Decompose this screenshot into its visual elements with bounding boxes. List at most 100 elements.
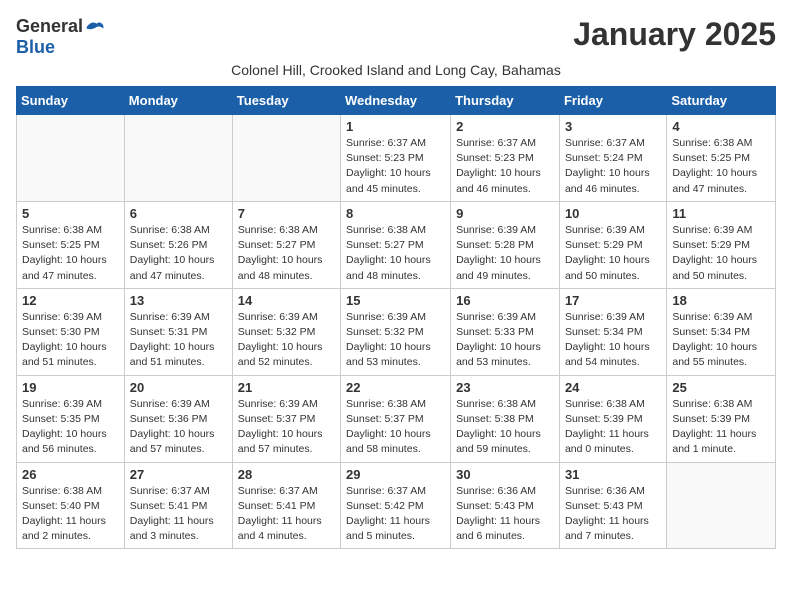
calendar-cell: 25Sunrise: 6:38 AMSunset: 5:39 PMDayligh… [667,375,776,462]
day-number: 31 [565,467,661,482]
day-info: Sunrise: 6:38 AMSunset: 5:26 PMDaylight:… [130,223,227,284]
calendar-cell [667,462,776,549]
day-number: 17 [565,293,661,308]
calendar-cell [17,115,125,202]
calendar-cell: 9Sunrise: 6:39 AMSunset: 5:28 PMDaylight… [451,201,560,288]
day-number: 9 [456,206,554,221]
day-info: Sunrise: 6:39 AMSunset: 5:36 PMDaylight:… [130,397,227,458]
day-info: Sunrise: 6:37 AMSunset: 5:24 PMDaylight:… [565,136,661,197]
calendar-cell: 17 Sunrise: 6:39 AMSunset: 5:34 PMDayligh… [559,288,666,375]
day-header-tuesday: Tuesday [232,87,340,115]
calendar-header-row: SundayMondayTuesdayWednesdayThursdayFrid… [17,87,776,115]
day-header-wednesday: Wednesday [341,87,451,115]
day-number: 5 [22,206,119,221]
day-number: 25 [672,380,770,395]
calendar-cell: 7Sunrise: 6:38 AMSunset: 5:27 PMDaylight… [232,201,340,288]
calendar-cell [232,115,340,202]
week-row-4: 19 Sunrise: 6:39 AMSunset: 5:35 PMDayligh… [17,375,776,462]
day-info: Sunrise: 6:36 AMSunset: 5:43 PMDaylight:… [456,484,554,545]
day-info: Sunrise: 6:38 AMSunset: 5:37 PMDaylight:… [346,397,445,458]
day-number: 11 [672,206,770,221]
week-row-1: 1 Sunrise: 6:37 AMSunset: 5:23 PMDaylight… [17,115,776,202]
day-info: Sunrise: 6:39 AMSunset: 5:29 PMDaylight:… [565,223,661,284]
calendar-cell: 10 Sunrise: 6:39 AMSunset: 5:29 PMDayligh… [559,201,666,288]
day-number: 24 [565,380,661,395]
calendar-cell: 2Sunrise: 6:37 AMSunset: 5:23 PMDaylight… [451,115,560,202]
day-number: 21 [238,380,335,395]
calendar-cell: 14Sunrise: 6:39 AMSunset: 5:32 PMDayligh… [232,288,340,375]
logo-icon [85,17,105,37]
calendar-cell: 4 Sunrise: 6:38 AMSunset: 5:25 PMDaylight… [667,115,776,202]
day-info: Sunrise: 6:37 AMSunset: 5:42 PMDaylight:… [346,484,445,545]
day-header-sunday: Sunday [17,87,125,115]
day-number: 3 [565,119,661,134]
day-number: 12 [22,293,119,308]
calendar-cell: 21Sunrise: 6:39 AMSunset: 5:37 PMDayligh… [232,375,340,462]
day-header-friday: Friday [559,87,666,115]
calendar-cell: 20 Sunrise: 6:39 AMSunset: 5:36 PMDayligh… [124,375,232,462]
day-number: 26 [22,467,119,482]
day-info: Sunrise: 6:38 AMSunset: 5:27 PMDaylight:… [238,223,335,284]
month-title: January 2025 [573,16,776,53]
calendar-cell: 5 Sunrise: 6:38 AMSunset: 5:25 PMDaylight… [17,201,125,288]
calendar-cell: 3 Sunrise: 6:37 AMSunset: 5:24 PMDaylight… [559,115,666,202]
day-number: 13 [130,293,227,308]
calendar-cell: 11 Sunrise: 6:39 AMSunset: 5:29 PMDayligh… [667,201,776,288]
day-info: Sunrise: 6:38 AMSunset: 5:40 PMDaylight:… [22,484,119,545]
calendar-cell: 12Sunrise: 6:39 AMSunset: 5:30 PMDayligh… [17,288,125,375]
calendar-cell: 31 Sunrise: 6:36 AMSunset: 5:43 PMDayligh… [559,462,666,549]
day-info: Sunrise: 6:37 AMSunset: 5:41 PMDaylight:… [238,484,335,545]
day-info: Sunrise: 6:36 AMSunset: 5:43 PMDaylight:… [565,484,661,545]
calendar-cell: 8Sunrise: 6:38 AMSunset: 5:27 PMDaylight… [341,201,451,288]
calendar-cell: 27Sunrise: 6:37 AMSunset: 5:41 PMDayligh… [124,462,232,549]
day-info: Sunrise: 6:37 AMSunset: 5:23 PMDaylight:… [346,136,445,197]
day-number: 29 [346,467,445,482]
day-number: 27 [130,467,227,482]
calendar-subtitle: Colonel Hill, Crooked Island and Long Ca… [16,62,776,78]
calendar-cell: 28 Sunrise: 6:37 AMSunset: 5:41 PMDayligh… [232,462,340,549]
day-info: Sunrise: 6:38 AMSunset: 5:25 PMDaylight:… [22,223,119,284]
week-row-3: 12Sunrise: 6:39 AMSunset: 5:30 PMDayligh… [17,288,776,375]
calendar-cell: 19 Sunrise: 6:39 AMSunset: 5:35 PMDayligh… [17,375,125,462]
calendar-cell: 6 Sunrise: 6:38 AMSunset: 5:26 PMDaylight… [124,201,232,288]
day-number: 18 [672,293,770,308]
day-info: Sunrise: 6:39 AMSunset: 5:34 PMDaylight:… [565,310,661,371]
day-number: 23 [456,380,554,395]
day-info: Sunrise: 6:39 AMSunset: 5:32 PMDaylight:… [238,310,335,371]
day-number: 16 [456,293,554,308]
day-number: 6 [130,206,227,221]
day-info: Sunrise: 6:38 AMSunset: 5:25 PMDaylight:… [672,136,770,197]
day-number: 8 [346,206,445,221]
calendar-cell: 24Sunrise: 6:38 AMSunset: 5:39 PMDayligh… [559,375,666,462]
day-info: Sunrise: 6:39 AMSunset: 5:35 PMDaylight:… [22,397,119,458]
calendar-cell [124,115,232,202]
calendar-cell: 30 Sunrise: 6:36 AMSunset: 5:43 PMDayligh… [451,462,560,549]
day-info: Sunrise: 6:39 AMSunset: 5:33 PMDaylight:… [456,310,554,371]
day-header-monday: Monday [124,87,232,115]
calendar-cell: 15 Sunrise: 6:39 AMSunset: 5:32 PMDayligh… [341,288,451,375]
day-number: 30 [456,467,554,482]
day-number: 10 [565,206,661,221]
calendar-cell: 29 Sunrise: 6:37 AMSunset: 5:42 PMDayligh… [341,462,451,549]
day-number: 20 [130,380,227,395]
day-header-saturday: Saturday [667,87,776,115]
day-info: Sunrise: 6:39 AMSunset: 5:34 PMDaylight:… [672,310,770,371]
day-number: 28 [238,467,335,482]
day-number: 2 [456,119,554,134]
logo: General Blue [16,16,105,58]
week-row-2: 5 Sunrise: 6:38 AMSunset: 5:25 PMDaylight… [17,201,776,288]
day-info: Sunrise: 6:39 AMSunset: 5:32 PMDaylight:… [346,310,445,371]
day-number: 1 [346,119,445,134]
calendar-cell: 13 Sunrise: 6:39 AMSunset: 5:31 PMDayligh… [124,288,232,375]
calendar-cell: 16 Sunrise: 6:39 AMSunset: 5:33 PMDayligh… [451,288,560,375]
logo-general-text: General [16,16,83,37]
week-row-5: 26 Sunrise: 6:38 AMSunset: 5:40 PMDayligh… [17,462,776,549]
day-number: 4 [672,119,770,134]
logo-blue-text: Blue [16,37,55,58]
calendar-cell: 23Sunrise: 6:38 AMSunset: 5:38 PMDayligh… [451,375,560,462]
calendar-cell: 1 Sunrise: 6:37 AMSunset: 5:23 PMDaylight… [341,115,451,202]
day-info: Sunrise: 6:39 AMSunset: 5:31 PMDaylight:… [130,310,227,371]
day-number: 19 [22,380,119,395]
day-info: Sunrise: 6:39 AMSunset: 5:29 PMDaylight:… [672,223,770,284]
day-number: 15 [346,293,445,308]
